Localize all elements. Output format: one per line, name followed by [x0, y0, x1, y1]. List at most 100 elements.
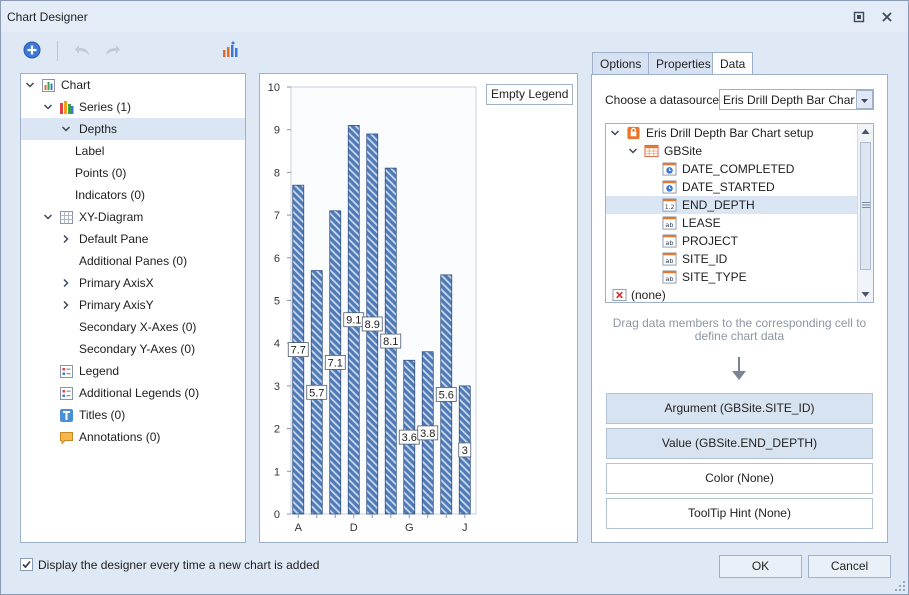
tree-item[interactable]: Legend — [21, 360, 245, 382]
ok-button[interactable]: OK — [719, 555, 802, 578]
datasource-tree-item[interactable]: ab SITE_ID — [606, 250, 858, 268]
x-tick-label: G — [405, 522, 414, 534]
datasource-combo[interactable]: Eris Drill Depth Bar Chart setup — [719, 89, 874, 110]
argument-cell[interactable]: Argument (GBSite.SITE_ID) — [606, 393, 873, 424]
value-cell[interactable]: Value (GBSite.END_DEPTH) — [606, 428, 873, 459]
tree-item-label: Secondary X-Axes (0) — [79, 320, 197, 334]
undo-icon[interactable] — [73, 40, 93, 60]
tree-item[interactable]: Titles (0) — [21, 404, 245, 426]
date-field-icon — [662, 162, 677, 176]
chevron-right-icon[interactable] — [61, 300, 71, 310]
text-field-icon: ab — [662, 270, 677, 284]
tree-item[interactable]: Secondary Y-Axes (0) — [21, 338, 245, 360]
scroll-down-icon[interactable] — [861, 291, 870, 298]
chevron-down-icon[interactable] — [43, 102, 53, 112]
scroll-thumb[interactable] — [860, 142, 871, 270]
datasource-tree-item-label: LEASE — [682, 216, 721, 230]
bar-chart: 0 1 2 3 4 5 6 7 8 9 10 A 7.7 5.7 7.1 D 9.1 8.98.1 G 3.6 3.8 5… — [268, 82, 477, 534]
datasource-tree-item[interactable]: DATE_STARTED — [606, 178, 858, 196]
chevron-right-icon[interactable] — [61, 278, 71, 288]
diagram-icon — [60, 211, 73, 224]
tree-item-label: Primary AxisY — [79, 298, 154, 312]
chart-icon — [42, 79, 55, 92]
tree-item[interactable]: Depths — [21, 118, 245, 140]
tree-item[interactable]: Default Pane — [21, 228, 245, 250]
toolbar — [1, 33, 908, 67]
datasource-tree-item[interactable]: ab PROJECT — [606, 232, 858, 250]
chevron-down-icon[interactable] — [628, 146, 638, 156]
datasource-tree-item[interactable]: GBSite — [606, 142, 858, 160]
x-tick-label: D — [350, 522, 358, 534]
date-field-icon — [662, 180, 677, 194]
x-tick-label: A — [295, 522, 303, 534]
datasource-tree-item[interactable]: Eris Drill Depth Bar Chart setup — [606, 124, 858, 142]
datasource-tree-scrollbar[interactable] — [857, 124, 873, 302]
add-chart-icon[interactable] — [22, 40, 42, 60]
tree-item[interactable]: Annotations (0) — [21, 426, 245, 448]
grip-icon — [862, 202, 870, 208]
datasource-tree-item-label: END_DEPTH — [682, 198, 755, 212]
tree-item[interactable]: Secondary X-Axes (0) — [21, 316, 245, 338]
datasource-tree: (none) ab SITE_TYPE ab SITE_ID ab PROJECT ab LEA… — [605, 123, 874, 303]
tooltip-hint-cell[interactable]: ToolTip Hint (None) — [606, 498, 873, 529]
chevron-down-icon[interactable] — [610, 128, 620, 138]
tree-item-label: Additional Panes (0) — [79, 254, 188, 268]
datasource-tree-item-label: PROJECT — [682, 234, 739, 248]
display-designer-checkbox[interactable] — [20, 558, 33, 571]
tree-item[interactable]: Series (1) — [21, 96, 245, 118]
datasource-dropdown-button[interactable] — [856, 90, 873, 109]
tab-options[interactable]: Options — [592, 52, 650, 75]
tree-item[interactable]: Additional Legends (0) — [21, 382, 245, 404]
display-designer-label[interactable]: Display the designer every time a new ch… — [38, 558, 319, 572]
svg-text:1.2: 1.2 — [665, 204, 675, 211]
drag-hint: Drag data members to the corresponding c… — [612, 316, 867, 343]
chart-legend: Empty Legend — [486, 84, 574, 105]
tree-item[interactable]: Additional Panes (0) — [21, 250, 245, 272]
tab-properties[interactable]: Properties — [648, 52, 719, 75]
svg-text:ab: ab — [665, 239, 673, 247]
tree-item[interactable]: Primary AxisY — [21, 294, 245, 316]
y-tick-label: 2 — [274, 424, 280, 436]
chevron-right-icon[interactable] — [61, 234, 71, 244]
y-tick-label: 9 — [274, 125, 280, 137]
tree-item[interactable]: Label — [21, 140, 245, 162]
close-icon[interactable] — [880, 10, 894, 24]
resize-grip-icon[interactable] — [894, 580, 906, 592]
table-icon — [644, 144, 659, 158]
color-cell[interactable]: Color (None) — [606, 463, 873, 494]
datasource-tree-item-label: GBSite — [664, 144, 703, 158]
datasource-tree-item[interactable]: (none) — [606, 286, 858, 302]
chevron-down-icon[interactable] — [25, 80, 35, 90]
restore-icon[interactable] — [852, 10, 866, 24]
cancel-button[interactable]: Cancel — [808, 555, 891, 578]
datasource-tree-item[interactable]: 1.2 END_DEPTH — [606, 196, 858, 214]
legend-icon — [60, 387, 73, 400]
data-label: 5.7 — [309, 387, 324, 399]
arrow-down-icon — [732, 357, 746, 380]
datasource-tree-item[interactable]: ab LEASE — [606, 214, 858, 232]
y-tick-label: 7 — [274, 210, 280, 222]
tree-item-label: Additional Legends (0) — [79, 386, 200, 400]
tree-item-label: Secondary Y-Axes (0) — [79, 342, 196, 356]
tree-item-label: Chart — [61, 78, 91, 92]
tree-item-label: Series (1) — [79, 100, 132, 114]
scroll-up-icon[interactable] — [861, 128, 870, 135]
data-label: 5.6 — [439, 389, 454, 401]
chevron-down-icon[interactable] — [61, 124, 71, 134]
datasource-tree-item[interactable]: DATE_COMPLETED — [606, 160, 858, 178]
data-label: 3.8 — [420, 428, 435, 440]
datasource-tree-item[interactable]: ab SITE_TYPE — [606, 268, 858, 286]
chart-wizard-icon[interactable] — [220, 40, 240, 60]
tree-item[interactable]: XY-Diagram — [21, 206, 245, 228]
chevron-down-icon[interactable] — [43, 212, 53, 222]
tab-data[interactable]: Data — [712, 52, 754, 76]
tree-item[interactable]: Points (0) — [21, 162, 245, 184]
data-label: 3.6 — [402, 432, 417, 444]
data-label: 9.1 — [346, 315, 361, 327]
y-tick-label: 6 — [274, 253, 280, 265]
redo-icon[interactable] — [102, 40, 122, 60]
tree-item[interactable]: Indicators (0) — [21, 184, 245, 206]
tree-item-label: Primary AxisX — [79, 276, 154, 290]
tree-item[interactable]: Chart — [21, 74, 245, 96]
tree-item[interactable]: Primary AxisX — [21, 272, 245, 294]
